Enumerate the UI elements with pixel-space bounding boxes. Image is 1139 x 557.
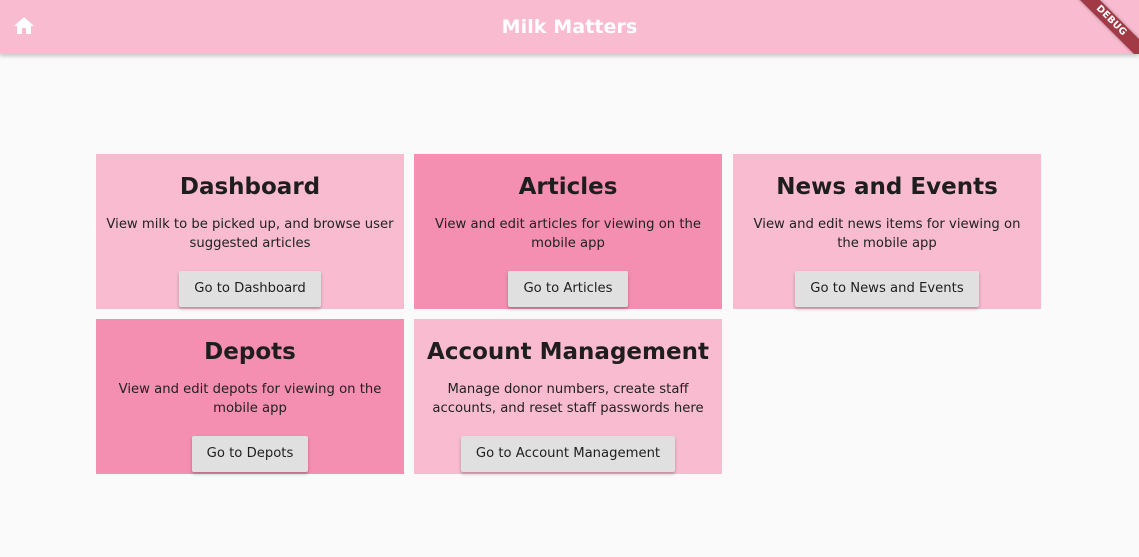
card-description: View and edit articles for viewing on th… <box>435 217 701 251</box>
go-to-account-management-button[interactable]: Go to Account Management <box>460 436 676 472</box>
go-to-articles-button[interactable]: Go to Articles <box>508 271 628 307</box>
card-description: View and edit depots for viewing on the … <box>118 382 382 416</box>
go-to-dashboard-button[interactable]: Go to Dashboard <box>179 271 321 307</box>
card-title: Articles <box>518 174 618 200</box>
go-to-depots-button[interactable]: Go to Depots <box>191 436 309 472</box>
card-title: Dashboard <box>179 174 321 200</box>
app-title: Milk Matters <box>501 16 638 38</box>
app-bar: Milk Matters DEBUG <box>0 0 1139 54</box>
card-account-management: Account Management Manage donor numbers,… <box>414 319 722 474</box>
card-depots: Depots View and edit depots for viewing … <box>96 319 404 474</box>
card-news-and-events: News and Events View and edit news items… <box>733 154 1041 309</box>
card-articles: Articles View and edit articles for view… <box>414 154 722 309</box>
card-title: News and Events <box>776 174 998 200</box>
card-title: Depots <box>204 339 296 365</box>
card-description: View milk to be picked up, and browse us… <box>106 217 394 251</box>
go-to-news-and-events-button[interactable]: Go to News and Events <box>795 271 979 307</box>
card-description: View and edit news items for viewing on … <box>753 217 1021 251</box>
card-dashboard: Dashboard View milk to be picked up, and… <box>96 154 404 309</box>
card-description: Manage donor numbers, create staff accou… <box>432 382 704 416</box>
card-title: Account Management <box>427 339 709 365</box>
